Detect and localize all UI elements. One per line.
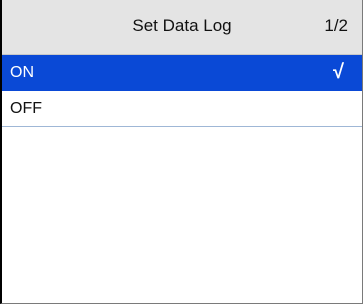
page-title: Set Data Log [132,16,232,35]
option-off-label: OFF [10,100,42,117]
checkmark-icon: √ [333,61,344,83]
option-list: ON √ OFF [2,55,362,127]
data-log-screen: Set Data Log 1/2 ON √ OFF [0,0,363,304]
page-indicator: 1/2 [324,16,348,35]
header-bar: Set Data Log 1/2 [2,0,362,55]
option-on[interactable]: ON √ [2,55,362,91]
option-off[interactable]: OFF [2,91,362,127]
option-on-label: ON [10,64,34,81]
